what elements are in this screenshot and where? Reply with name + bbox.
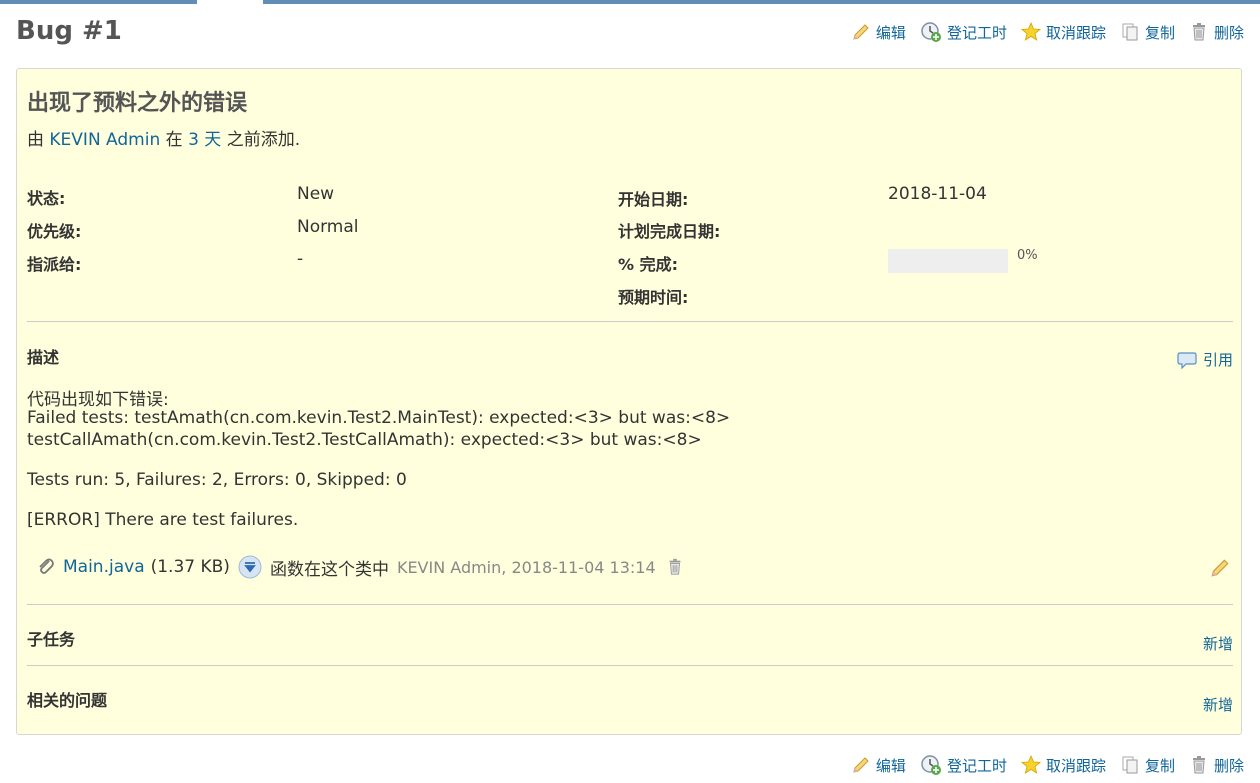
delete-link[interactable]: 删除 bbox=[1189, 22, 1244, 43]
paperclip-icon bbox=[39, 558, 54, 574]
log-time-link[interactable]: 登记工时 bbox=[920, 21, 1007, 43]
edit-link[interactable]: 编辑 bbox=[851, 755, 906, 776]
edit-label: 编辑 bbox=[875, 756, 906, 775]
delete-link[interactable]: 删除 bbox=[1189, 755, 1244, 776]
delete-label: 删除 bbox=[1213, 756, 1244, 775]
priority-label: 优先级: bbox=[27, 222, 82, 241]
divider bbox=[27, 321, 1233, 322]
unwatch-link[interactable]: 取消跟踪 bbox=[1020, 755, 1106, 776]
copy-icon bbox=[1122, 756, 1138, 774]
relations-title: 相关的问题 bbox=[27, 691, 108, 710]
copy-label: 复制 bbox=[1144, 23, 1175, 42]
star-icon bbox=[1020, 755, 1041, 774]
estimated-time-label: 预期时间: bbox=[618, 288, 689, 307]
assignee-value: - bbox=[297, 249, 304, 269]
download-icon[interactable] bbox=[238, 555, 262, 579]
log-time-label: 登记工时 bbox=[946, 23, 1007, 42]
unwatch-label: 取消跟踪 bbox=[1045, 23, 1106, 42]
contextual-actions-bottom: 编辑 登记工时 取消跟踪 复制 删除 bbox=[837, 754, 1244, 776]
time-ago-link[interactable]: 3 天 bbox=[188, 130, 221, 150]
status-value: New bbox=[297, 184, 335, 204]
clock-add-icon bbox=[921, 755, 941, 775]
trash-icon bbox=[1192, 23, 1205, 41]
start-date-value: 2018-11-04 bbox=[888, 184, 987, 204]
edit-attachments-pencil-icon[interactable] bbox=[1209, 557, 1231, 579]
star-icon bbox=[1020, 22, 1041, 41]
copy-icon bbox=[1122, 23, 1138, 41]
issue-details-box: 出现了预料之外的错误 由 KEVIN Admin 在 3 天 之前添加. 状态:… bbox=[16, 68, 1242, 735]
description-line-5: [ERROR] There are test failures. bbox=[27, 510, 299, 530]
attachment-description: 函数在这个类中 bbox=[269, 559, 389, 580]
pencil-icon bbox=[853, 24, 869, 40]
start-date-label: 开始日期: bbox=[618, 190, 689, 209]
edit-link[interactable]: 编辑 bbox=[851, 22, 906, 43]
status-label: 状态: bbox=[27, 189, 66, 208]
description-line-4: Tests run: 5, Failures: 2, Errors: 0, Sk… bbox=[27, 470, 407, 490]
unwatch-label: 取消跟踪 bbox=[1045, 756, 1106, 775]
description-line-2: Failed tests: testAmath(cn.com.kevin.Tes… bbox=[27, 408, 731, 428]
attachment-row: Main.java (1.37 KB) 函数在这个类中 KEVIN Admin,… bbox=[37, 555, 684, 580]
author-prefix: 由 bbox=[27, 130, 44, 150]
author-suffix: 之前添加. bbox=[226, 130, 301, 150]
divider bbox=[27, 604, 1233, 605]
add-relation-link[interactable]: 新增 bbox=[1203, 694, 1233, 715]
pencil-icon bbox=[853, 757, 869, 773]
copy-label: 复制 bbox=[1144, 756, 1175, 775]
active-tab-gap bbox=[197, 0, 263, 4]
log-time-link[interactable]: 登记工时 bbox=[920, 754, 1007, 776]
log-time-label: 登记工时 bbox=[946, 756, 1007, 775]
issue-subject: 出现了预料之外的错误 bbox=[27, 91, 248, 116]
issue-author-line: 由 KEVIN Admin 在 3 天 之前添加. bbox=[27, 125, 300, 150]
copy-link[interactable]: 复制 bbox=[1120, 22, 1175, 43]
clock-add-icon bbox=[921, 22, 941, 42]
assignee-label: 指派给: bbox=[27, 255, 82, 274]
speech-bubble-icon bbox=[1177, 351, 1197, 369]
done-ratio-text: 0% bbox=[1017, 248, 1038, 263]
contextual-actions-top: 编辑 登记工时 取消跟踪 复制 删除 bbox=[837, 21, 1244, 43]
done-ratio-progress-bar bbox=[888, 249, 1008, 273]
delete-label: 删除 bbox=[1213, 23, 1244, 42]
divider bbox=[27, 665, 1233, 666]
page-title: Bug #1 bbox=[16, 16, 122, 46]
description-line-1: 代码出现如下错误: bbox=[27, 390, 169, 410]
unwatch-link[interactable]: 取消跟踪 bbox=[1020, 22, 1106, 43]
edit-label: 编辑 bbox=[875, 23, 906, 42]
copy-link[interactable]: 复制 bbox=[1120, 755, 1175, 776]
quote-label: 引用 bbox=[1202, 351, 1233, 369]
trash-icon bbox=[1192, 756, 1205, 774]
attachment-filename-link[interactable]: Main.java bbox=[63, 557, 145, 577]
top-bar bbox=[0, 0, 1260, 4]
done-ratio-label: % 完成: bbox=[618, 255, 679, 274]
priority-value: Normal bbox=[297, 217, 359, 237]
description-line-3: testCallAmath(cn.com.kevin.Test2.TestCal… bbox=[27, 430, 702, 450]
quote-link[interactable]: 引用 bbox=[1177, 349, 1233, 370]
author-mid: 在 bbox=[165, 130, 183, 150]
attachment-size: (1.37 KB) bbox=[150, 557, 230, 577]
add-subtask-link[interactable]: 新增 bbox=[1203, 633, 1233, 654]
subtasks-title: 子任务 bbox=[27, 630, 76, 649]
attachment-delete-icon[interactable] bbox=[666, 558, 684, 576]
due-date-label: 计划完成日期: bbox=[618, 222, 721, 241]
description-title: 描述 bbox=[27, 348, 60, 367]
attachment-author-date: KEVIN Admin, 2018-11-04 13:14 bbox=[396, 557, 656, 577]
author-link[interactable]: KEVIN Admin bbox=[49, 130, 160, 150]
